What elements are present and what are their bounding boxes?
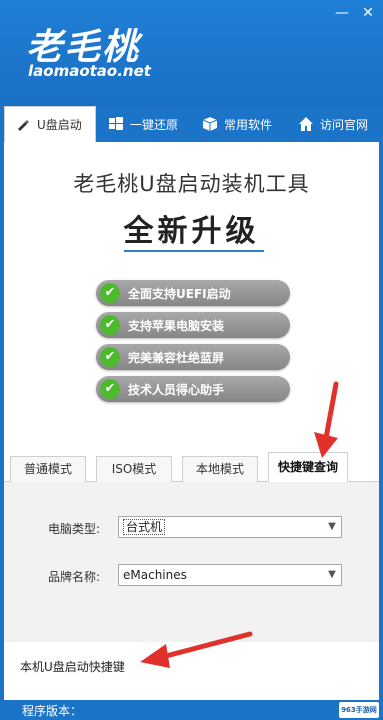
tab-common-software[interactable]: 常用软件	[202, 106, 288, 142]
tab-one-key-restore-label: 一键还原	[130, 117, 179, 132]
program-version: 程序版本：	[22, 704, 83, 718]
checkmark-icon: ✔	[100, 347, 120, 367]
tab-common-software-label: 常用软件	[224, 117, 273, 132]
checkmark-icon: ✔	[100, 283, 120, 303]
top-tab-bar: U盘启动 一键还原 常用软件 访问官网	[0, 106, 383, 142]
mode-tab-bar: 普通模式 ISO模式 本地模式 快捷键查询	[4, 452, 379, 483]
tab-local-mode[interactable]: 本地模式	[182, 456, 258, 482]
minimize-button[interactable]: —	[331, 2, 353, 24]
home-icon	[298, 116, 314, 132]
page-title: 老毛桃U盘启动装机工具	[73, 172, 310, 196]
brand-label: 品牌名称:	[48, 570, 101, 584]
chevron-down-icon: ▼	[328, 569, 336, 580]
hotkey-query-panel: 电脑类型: 台式机 ▼ 品牌名称: eMachines ▼	[4, 482, 379, 642]
feature-label: 支持苹果电脑安装	[128, 318, 225, 333]
usb-icon	[15, 117, 31, 133]
tab-usb-boot-label: U盘启动	[37, 118, 82, 132]
upgrade-heading: 全新升级	[123, 214, 260, 249]
feature-badge: ✔ 技术人员得心助手	[96, 376, 290, 402]
tab-visit-website-label: 访问官网	[320, 117, 369, 132]
tab-visit-website[interactable]: 访问官网	[298, 106, 383, 142]
checkmark-icon: ✔	[100, 379, 120, 399]
main-content: 老毛桃U盘启动装机工具 全新升级 ✔ 全面支持UEFI启动 ✔ 支持苹果电脑安装…	[4, 142, 379, 700]
heading-underline	[124, 250, 264, 252]
tab-one-key-restore[interactable]: 一键还原	[108, 106, 194, 142]
site-watermark-logo: 963手游网	[339, 702, 379, 718]
checkmark-icon: ✔	[100, 315, 120, 335]
status-bar: 程序版本： 963手游网	[0, 700, 383, 720]
close-button[interactable]: ✕	[357, 2, 379, 24]
feature-label: 完美兼容杜绝蓝屏	[128, 350, 225, 365]
tab-usb-boot[interactable]: U盘启动	[4, 106, 96, 142]
hotkey-result-text: 本机U盘启动快捷键	[20, 660, 125, 674]
box-icon	[202, 116, 218, 132]
computer-type-select[interactable]: 台式机 ▼	[118, 516, 342, 538]
app-logo-url: laomaotao.net	[28, 62, 151, 80]
tab-iso-mode[interactable]: ISO模式	[96, 456, 172, 482]
feature-label: 技术人员得心助手	[128, 382, 225, 397]
tab-hotkey-query[interactable]: 快捷键查询	[268, 452, 348, 483]
feature-badge: ✔ 完美兼容杜绝蓝屏	[96, 344, 290, 370]
tab-normal-mode[interactable]: 普通模式	[10, 456, 86, 482]
feature-label: 全面支持UEFI启动	[128, 286, 231, 301]
computer-type-value: 台式机	[123, 519, 166, 535]
brand-select[interactable]: eMachines ▼	[118, 564, 342, 586]
app-header: 老毛桃 laomaotao.net — ✕	[0, 0, 383, 106]
computer-type-label: 电脑类型:	[48, 522, 101, 536]
brand-value: eMachines	[123, 568, 187, 582]
feature-badge: ✔ 支持苹果电脑安装	[96, 312, 290, 338]
feature-badge: ✔ 全面支持UEFI启动	[96, 280, 290, 306]
chevron-down-icon: ▼	[328, 521, 336, 532]
windows-icon	[108, 116, 124, 132]
